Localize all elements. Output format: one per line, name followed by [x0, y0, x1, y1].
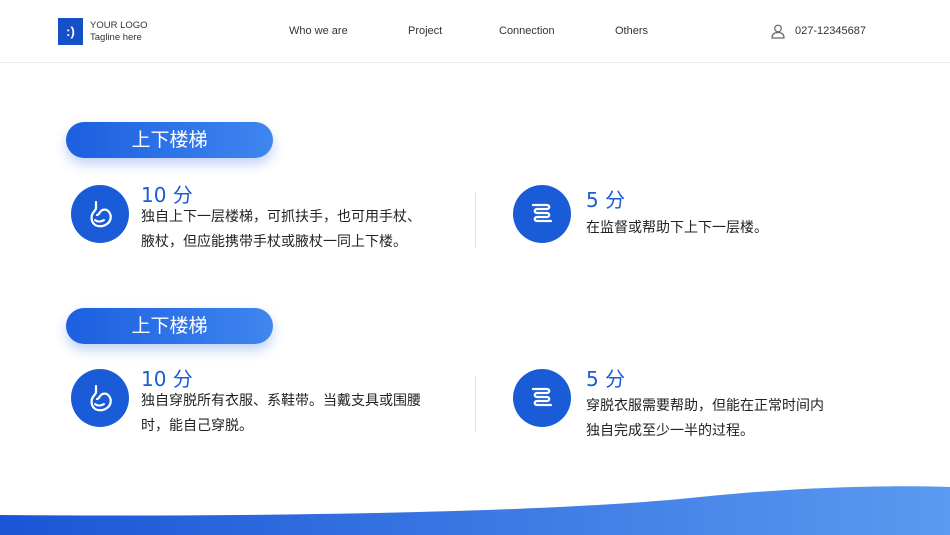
divider	[475, 376, 476, 432]
nav-connection[interactable]: Connection	[499, 25, 555, 37]
description-line: 时，能自己穿脱。	[141, 418, 253, 434]
score-description: 独自上下一层楼梯，可抓扶手，也可用手杖、 腋杖，但应能携带手杖或腋杖一同上下楼。	[141, 205, 421, 255]
description-line: 腋杖，但应能携带手杖或腋杖一同上下楼。	[141, 234, 407, 250]
section-title-pill: 上下楼梯	[66, 308, 273, 344]
user-phone-icon	[771, 24, 785, 39]
nav-who-we-are[interactable]: Who we are	[289, 25, 348, 37]
score-description: 独自穿脱所有衣服、系鞋带。当戴支具或围腰 时，能自己穿脱。	[141, 389, 421, 439]
phone-number: 027-12345687	[795, 25, 866, 37]
description-line: 在监督或帮助下上下一层楼。	[586, 220, 768, 236]
section-title-pill: 上下楼梯	[66, 122, 273, 158]
slide: :) YOUR LOGO Tagline here Who we are Pro…	[0, 0, 950, 535]
score-label: 10 分	[141, 183, 193, 207]
description-line: 独自穿脱所有衣服、系鞋带。当戴支具或围腰	[141, 393, 421, 409]
bottom-wave-decoration	[0, 486, 950, 535]
stomach-icon	[71, 369, 129, 427]
logo-text: YOUR LOGO Tagline here	[90, 20, 148, 44]
nav-others[interactable]: Others	[615, 25, 648, 37]
nav-project[interactable]: Project	[408, 25, 442, 37]
score-label: 5 分	[586, 188, 626, 212]
score-description: 穿脱衣服需要帮助，但能在正常时间内 独自完成至少一半的过程。	[586, 394, 824, 444]
score-description: 在监督或帮助下上下一层楼。	[586, 216, 768, 241]
stomach-icon	[71, 185, 129, 243]
top-header: :) YOUR LOGO Tagline here Who we are Pro…	[0, 0, 950, 63]
score-label: 5 分	[586, 367, 626, 391]
description-line: 穿脱衣服需要帮助，但能在正常时间内	[586, 398, 824, 414]
intestine-icon	[513, 185, 571, 243]
description-line: 独自上下一层楼梯，可抓扶手，也可用手杖、	[141, 209, 421, 225]
score-label: 10 分	[141, 367, 193, 391]
description-line: 独自完成至少一半的过程。	[586, 423, 754, 439]
logo-title: YOUR LOGO	[90, 20, 148, 31]
divider	[475, 192, 476, 248]
intestine-icon	[513, 369, 571, 427]
logo-mark: :)	[58, 18, 83, 45]
logo-tagline: Tagline here	[90, 32, 142, 43]
